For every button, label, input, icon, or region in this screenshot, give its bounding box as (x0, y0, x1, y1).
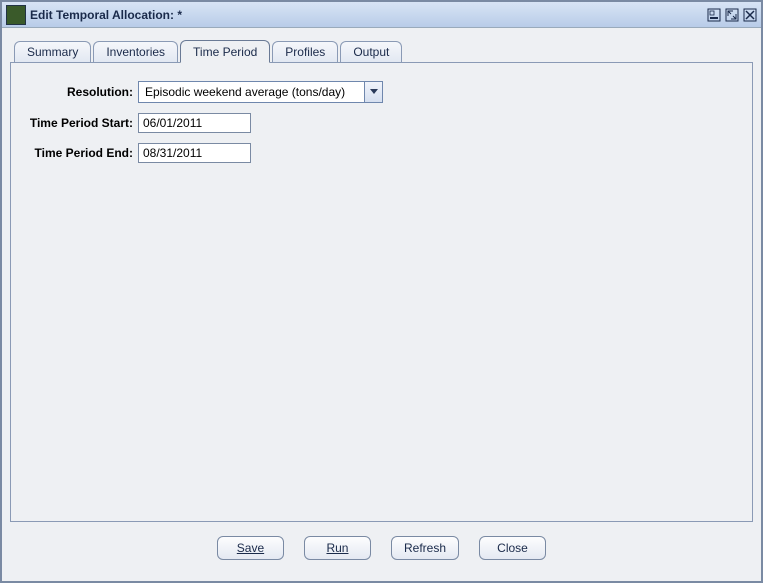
dropdown-button[interactable] (364, 82, 382, 102)
row-end: Time Period End: (25, 143, 738, 163)
refresh-button[interactable]: Refresh (391, 536, 459, 560)
close-icon[interactable] (743, 8, 757, 22)
window-title: Edit Temporal Allocation: * (30, 8, 707, 22)
resolution-value: Episodic weekend average (tons/day) (139, 82, 364, 102)
row-resolution: Resolution: Episodic weekend average (to… (25, 81, 738, 103)
resolution-label: Resolution: (25, 85, 138, 99)
start-label: Time Period Start: (25, 116, 138, 130)
tab-output[interactable]: Output (340, 41, 402, 62)
tabs-row: Summary Inventories Time Period Profiles… (14, 40, 753, 62)
tab-time-period[interactable]: Time Period (180, 40, 270, 63)
button-row: Save Run Refresh Close (10, 522, 753, 564)
end-label: Time Period End: (25, 146, 138, 160)
minimize-icon[interactable] (707, 8, 721, 22)
save-button[interactable]: Save (217, 536, 284, 560)
maximize-icon[interactable] (725, 8, 739, 22)
tab-inventories[interactable]: Inventories (93, 41, 178, 62)
close-button[interactable]: Close (479, 536, 546, 560)
tab-summary[interactable]: Summary (14, 41, 91, 62)
chevron-down-icon (370, 89, 378, 95)
run-button[interactable]: Run (304, 536, 371, 560)
row-start: Time Period Start: (25, 113, 738, 133)
end-input[interactable] (138, 143, 251, 163)
titlebar: Edit Temporal Allocation: * (2, 2, 761, 28)
app-icon (6, 5, 26, 25)
window-controls (707, 8, 757, 22)
window-frame: Edit Temporal Allocation: * Summary Inve… (0, 0, 763, 583)
start-input[interactable] (138, 113, 251, 133)
tab-profiles[interactable]: Profiles (272, 41, 338, 62)
resolution-select[interactable]: Episodic weekend average (tons/day) (138, 81, 383, 103)
tab-panel-time-period: Resolution: Episodic weekend average (to… (10, 62, 753, 522)
content-area: Summary Inventories Time Period Profiles… (2, 28, 761, 581)
